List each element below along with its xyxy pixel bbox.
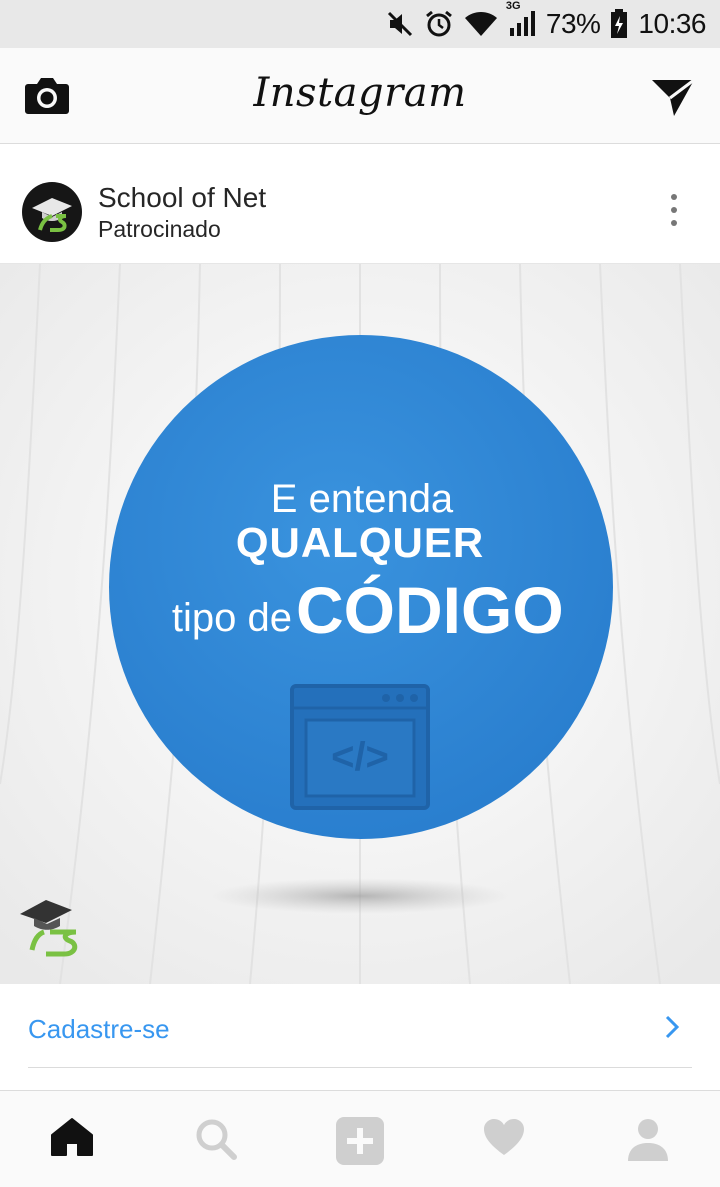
tab-activity[interactable] bbox=[482, 1117, 528, 1163]
tab-home[interactable] bbox=[50, 1117, 96, 1163]
direct-message-icon bbox=[652, 78, 695, 116]
add-post-icon bbox=[336, 1117, 384, 1165]
dot bbox=[671, 220, 677, 226]
post-image[interactable]: E entenda QUALQUER tipo de CÓDIGO </> bbox=[0, 264, 720, 984]
more-options-button[interactable] bbox=[664, 194, 684, 230]
search-icon bbox=[196, 1119, 237, 1160]
home-icon bbox=[51, 1118, 93, 1156]
wifi-icon bbox=[464, 12, 497, 36]
network-label: 3G bbox=[505, 0, 521, 12]
headline-line-2: QUALQUER bbox=[236, 519, 484, 566]
cta-row[interactable]: Cadastre-se bbox=[0, 984, 720, 1068]
ad-artwork: E entenda QUALQUER tipo de CÓDIGO </> bbox=[0, 264, 720, 984]
headline-line-3-big: CÓDIGO bbox=[296, 573, 564, 647]
tab-add[interactable] bbox=[336, 1117, 384, 1165]
top-bar: Instagram bbox=[0, 48, 720, 144]
signal-icon: 3G bbox=[506, 0, 536, 38]
headline-line-3-small: tipo de bbox=[172, 596, 292, 640]
status-bar: 3G 73% 10:36 bbox=[0, 0, 720, 48]
clock: 10:36 bbox=[638, 8, 706, 39]
heart-icon bbox=[484, 1119, 524, 1155]
battery-icon bbox=[611, 9, 628, 38]
code-symbol: </> bbox=[331, 735, 389, 779]
divider bbox=[28, 1067, 692, 1068]
cta-link[interactable]: Cadastre-se bbox=[28, 1014, 170, 1045]
sponsored-label: Patrocinado bbox=[98, 216, 221, 242]
post-username[interactable]: School of Net bbox=[98, 182, 266, 214]
alarm-icon bbox=[425, 10, 452, 37]
dot bbox=[671, 194, 677, 200]
dot bbox=[671, 207, 677, 213]
school-of-net-logo bbox=[32, 198, 72, 232]
post-header: School of Net Patrocinado bbox=[0, 144, 720, 264]
chevron-right-icon bbox=[665, 1015, 680, 1039]
app-title: Instagram bbox=[253, 70, 467, 116]
battery-percent: 73% bbox=[545, 8, 601, 39]
tab-profile[interactable] bbox=[626, 1117, 672, 1163]
direct-message-button[interactable] bbox=[650, 76, 696, 123]
headline-line-1: E entenda bbox=[271, 477, 454, 521]
avatar[interactable] bbox=[22, 182, 82, 242]
bottom-tab-bar bbox=[0, 1090, 720, 1187]
mute-icon bbox=[387, 11, 412, 37]
profile-icon bbox=[628, 1119, 668, 1161]
tab-search[interactable] bbox=[194, 1117, 240, 1163]
